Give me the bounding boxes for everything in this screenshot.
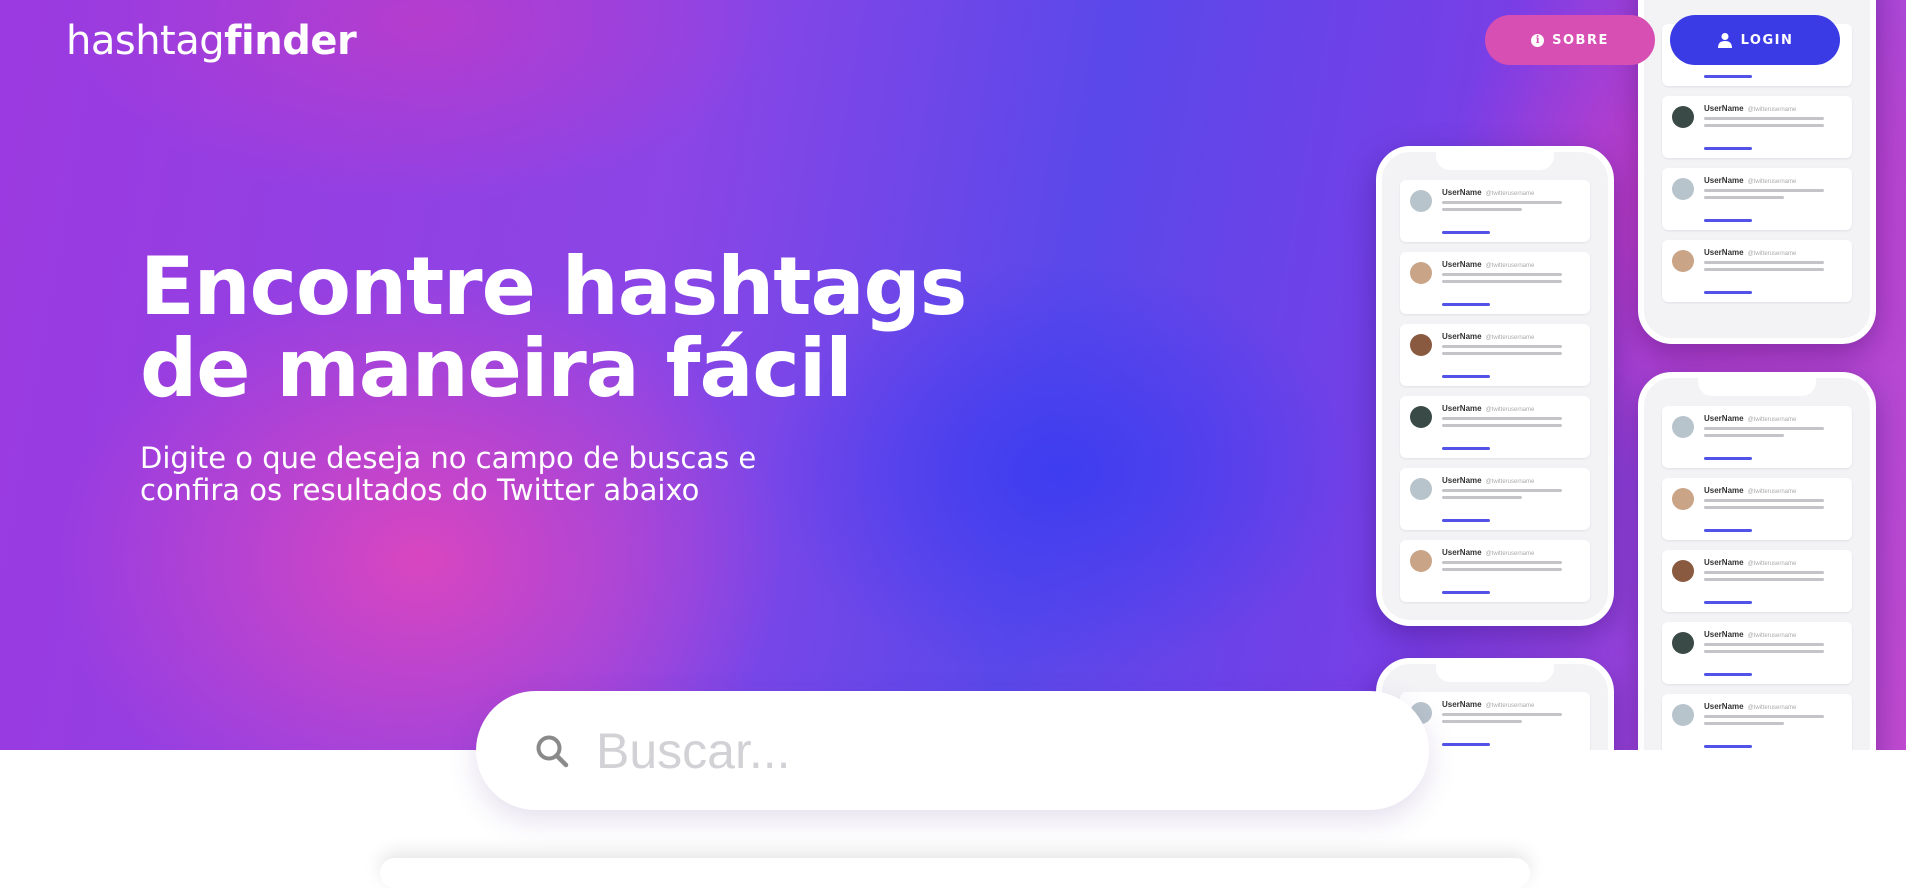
hero-subtitle: Digite o que deseja no campo de buscas e… bbox=[140, 442, 840, 506]
hero-headline-line2: de maneira fácil bbox=[140, 322, 853, 415]
sobre-button-label: SOBRE bbox=[1552, 32, 1609, 48]
logo[interactable]: hashtagfinder bbox=[66, 18, 357, 64]
search-input[interactable] bbox=[596, 721, 1396, 780]
search-bar[interactable] bbox=[476, 691, 1429, 810]
sobre-button[interactable]: i SOBRE bbox=[1485, 15, 1655, 65]
login-button-label: LOGIN bbox=[1740, 32, 1794, 48]
hero-headline-line1: Encontre hashtags bbox=[140, 240, 967, 333]
search-icon bbox=[536, 735, 569, 767]
hero-subtitle-line2: confira os resultados do Twitter abaixo bbox=[140, 473, 700, 507]
hero-section: UserName @twitterusername UserName @twitte… bbox=[0, 0, 1906, 750]
user-icon bbox=[1717, 33, 1732, 48]
phone-mockup-middle: UserName @twitterusername UserName @twitte… bbox=[1376, 146, 1614, 626]
info-icon: i bbox=[1531, 33, 1545, 47]
hero-headline: Encontre hashtags de maneira fácil bbox=[140, 240, 967, 415]
login-button[interactable]: LOGIN bbox=[1670, 15, 1840, 65]
logo-text-hashtag: hashtag bbox=[66, 18, 225, 64]
phone-mockup-right-lower: UserName @twitterusername UserName @twitte… bbox=[1638, 372, 1876, 750]
results-container bbox=[380, 858, 1530, 888]
hero-subtitle-line1: Digite o que deseja no campo de buscas e bbox=[140, 441, 757, 475]
logo-text-finder: finder bbox=[224, 18, 357, 64]
